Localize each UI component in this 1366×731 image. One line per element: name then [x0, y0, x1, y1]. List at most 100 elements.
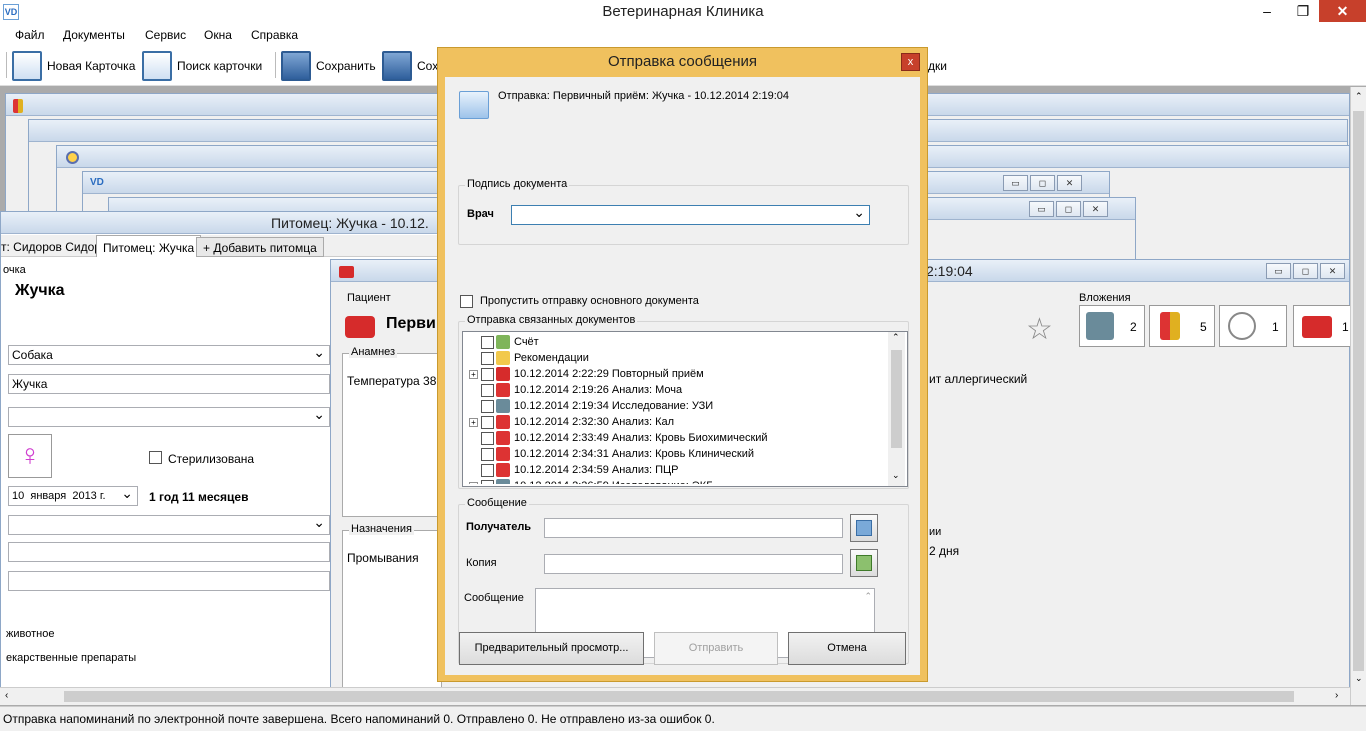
- animal-label: животное: [6, 628, 55, 640]
- medkit-icon: [339, 266, 354, 278]
- star-icon[interactable]: ☆: [1026, 312, 1053, 347]
- tab-owner[interactable]: т: Сидоров Сидор: [1, 240, 101, 254]
- save-button[interactable]: Сохранить: [281, 50, 376, 82]
- tree-items: Счёт Рекомендации +10.12.2014 2:22:29 Повт…: [469, 334, 889, 484]
- tree-item-checkbox[interactable]: [481, 463, 494, 477]
- tree-item-checkbox[interactable]: [481, 479, 494, 484]
- search-icon: [142, 51, 172, 81]
- tree-item-label: 10.12.2014 2:34:59 Анализ: ПЦР: [514, 464, 679, 476]
- visit-window-controls: ▭ ◻ ✕: [1266, 263, 1345, 279]
- menu-windows[interactable]: Окна: [204, 28, 232, 42]
- menu-help[interactable]: Справка: [251, 28, 298, 42]
- tree-item[interactable]: +10.12.2014 2:36:59 Исследование: ЭКГ: [469, 478, 712, 484]
- tree-item-checkbox[interactable]: [481, 431, 494, 445]
- name-field[interactable]: Жучка: [8, 374, 330, 394]
- app-title: Ветеринарная Клиника: [602, 3, 764, 20]
- recipient-input[interactable]: [544, 518, 843, 538]
- doctor-select[interactable]: [511, 203, 870, 225]
- dialog-close-button[interactable]: x: [901, 53, 920, 71]
- tab-pet[interactable]: Питомец: Жучка: [96, 235, 202, 257]
- save-label: Сохранить: [316, 59, 376, 73]
- copy-input[interactable]: [544, 554, 843, 574]
- expand-toggle-icon[interactable]: +: [469, 481, 478, 484]
- horizontal-scrollbar[interactable]: ‹ ›: [0, 687, 1350, 705]
- attachment-scan[interactable]: 2: [1079, 305, 1145, 347]
- prescriptions-label: Назначения: [349, 523, 414, 535]
- tree-item-checkbox[interactable]: [481, 367, 494, 381]
- attachment-tests[interactable]: 5: [1149, 305, 1215, 347]
- tree-item-checkbox[interactable]: [481, 447, 494, 461]
- minimize-button[interactable]: –: [1247, 0, 1287, 22]
- breed-select[interactable]: [8, 405, 330, 427]
- minimize-icon[interactable]: ▭: [1029, 201, 1054, 217]
- tree-item-checkbox[interactable]: [481, 383, 494, 397]
- pet-name-heading: Жучка: [15, 282, 65, 299]
- dialog-header-text: Отправка: Первичный приём: Жучка - 10.12…: [498, 90, 789, 102]
- address-book-copy-button[interactable]: [850, 549, 878, 577]
- maximize-icon[interactable]: ◻: [1030, 175, 1055, 191]
- tree-item-label: 10.12.2014 2:34:31 Анализ: Кровь Клиниче…: [514, 448, 755, 460]
- field-1[interactable]: [8, 542, 330, 562]
- skip-main-document-checkbox[interactable]: [460, 295, 473, 308]
- status-bar: Отправка напоминаний по электронной почт…: [0, 706, 1366, 731]
- close-icon[interactable]: ✕: [1083, 201, 1108, 217]
- tree-item-checkbox[interactable]: [481, 415, 494, 429]
- menu-file[interactable]: Файл: [15, 28, 45, 42]
- attachment-operations[interactable]: 1: [1219, 305, 1287, 347]
- attachment-visits[interactable]: 1: [1293, 305, 1351, 347]
- scan-icon: [496, 479, 510, 484]
- send-button[interactable]: Отправить: [654, 632, 778, 665]
- tree-item[interactable]: 10.12.2014 2:19:26 Анализ: Моча: [469, 382, 682, 398]
- species-select[interactable]: Собака: [8, 343, 330, 365]
- menu-documents[interactable]: Документы: [63, 28, 125, 42]
- card-label: очка: [3, 264, 26, 276]
- expand-toggle-icon[interactable]: +: [469, 417, 478, 427]
- search-card-button[interactable]: Поиск карточки: [142, 50, 262, 82]
- tree-item[interactable]: 10.12.2014 2:33:49 Анализ: Кровь Биохими…: [469, 430, 768, 446]
- minimize-icon[interactable]: ▭: [1266, 263, 1291, 279]
- maximize-icon[interactable]: ◻: [1293, 263, 1318, 279]
- doctor-label: Врач: [467, 208, 494, 220]
- minimize-icon[interactable]: ▭: [1003, 175, 1028, 191]
- tree-item-checkbox[interactable]: [481, 335, 494, 349]
- tree-scrollbar[interactable]: ⌃ ⌄: [888, 332, 905, 486]
- maximize-button[interactable]: ❐: [1287, 0, 1319, 22]
- tree-item[interactable]: +10.12.2014 2:22:29 Повторный приём: [469, 366, 704, 382]
- expand-toggle-icon[interactable]: +: [469, 369, 478, 379]
- close-icon[interactable]: ✕: [1057, 175, 1082, 191]
- female-icon[interactable]: ♀: [8, 434, 52, 478]
- search-card-label: Поиск карточки: [177, 59, 263, 73]
- save-all-button[interactable]: Сох: [382, 50, 438, 82]
- vd-logo-icon: VD: [90, 177, 104, 188]
- dob-date-picker[interactable]: 10 января 2013 г.: [8, 484, 138, 506]
- color-select[interactable]: [8, 513, 330, 535]
- tree-item[interactable]: Счёт: [469, 334, 539, 350]
- tree-item[interactable]: 10.12.2014 2:19:34 Исследование: УЗИ: [469, 398, 713, 414]
- cancel-button[interactable]: Отмена: [788, 632, 906, 665]
- status-text: Отправка напоминаний по электронной почт…: [3, 712, 715, 726]
- close-icon[interactable]: ✕: [1320, 263, 1345, 279]
- address-book-copy-icon: [856, 555, 872, 571]
- tree-item[interactable]: +10.12.2014 2:32:30 Анализ: Кал: [469, 414, 674, 430]
- tree-item[interactable]: Рекомендации: [469, 350, 589, 366]
- address-book-icon: [856, 520, 872, 536]
- toolbar-right-button[interactable]: дки: [928, 50, 947, 82]
- related-documents-tree[interactable]: Счёт Рекомендации +10.12.2014 2:22:29 Повт…: [462, 331, 908, 487]
- tree-item[interactable]: 10.12.2014 2:34:59 Анализ: ПЦР: [469, 462, 679, 478]
- prescriptions-box[interactable]: Назначения Промывания: [342, 523, 442, 695]
- menu-service[interactable]: Сервис: [145, 28, 186, 42]
- new-card-button[interactable]: Новая Карточка: [12, 50, 135, 82]
- tree-item-checkbox[interactable]: [481, 351, 494, 365]
- tab-add-pet[interactable]: + Добавить питомца: [196, 237, 324, 257]
- anamnesis-box[interactable]: Анамнез Температура 38.5: [342, 346, 446, 517]
- vertical-scrollbar[interactable]: ⌃ ⌄: [1350, 87, 1366, 705]
- tree-item-checkbox[interactable]: [481, 399, 494, 413]
- maximize-icon[interactable]: ◻: [1056, 201, 1081, 217]
- field-2[interactable]: [8, 571, 330, 591]
- address-book-button[interactable]: [850, 514, 878, 542]
- sterilized-checkbox[interactable]: [149, 451, 162, 464]
- tree-item[interactable]: 10.12.2014 2:34:31 Анализ: Кровь Клиниче…: [469, 446, 754, 462]
- test-tube-icon: [1160, 312, 1180, 340]
- close-button[interactable]: ✕: [1319, 0, 1366, 22]
- preview-button[interactable]: Предварительный просмотр...: [459, 632, 644, 665]
